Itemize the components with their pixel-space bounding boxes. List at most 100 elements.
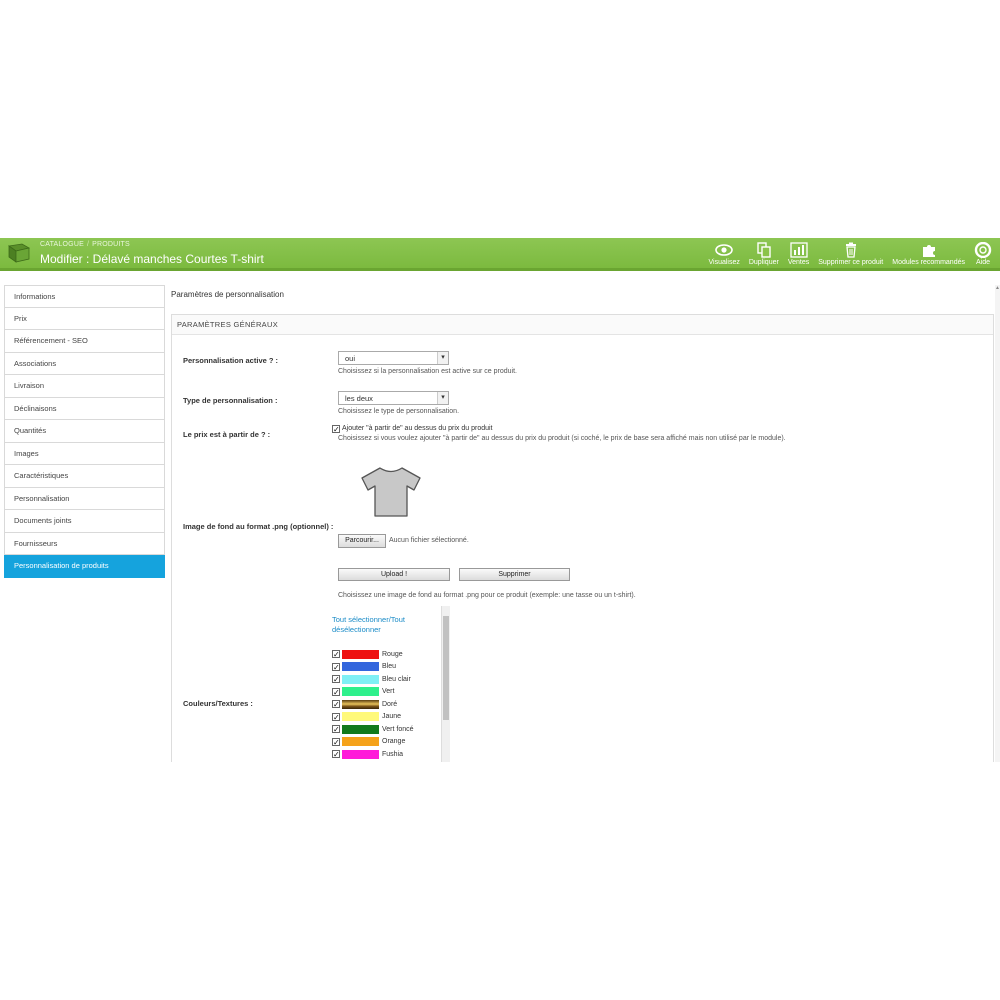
price-from-label: Le prix est à partir de ? : (183, 430, 271, 439)
color-name: Rouge (382, 650, 403, 658)
section-title: Paramètres de personnalisation (171, 290, 284, 299)
color-checkbox[interactable]: ✓ (332, 737, 340, 746)
duplicate-button[interactable]: Dupliquer (749, 238, 779, 266)
copy-icon (757, 242, 771, 258)
color-name: Doré (382, 700, 398, 708)
tshirt-icon (361, 467, 421, 517)
sidebar-item-associations[interactable]: Associations (4, 352, 165, 375)
breadcrumb-catalogue[interactable]: CATALOGUE (40, 241, 84, 248)
color-swatch (342, 737, 379, 747)
browse-button[interactable]: Parcourir... (338, 534, 386, 548)
color-name: Vert (382, 688, 395, 696)
sidebar-item-fournisseurs[interactable]: Fournisseurs (4, 532, 165, 555)
color-name: Orange (382, 738, 406, 746)
background-image-hint: Choisissez une image de fond au format .… (338, 592, 636, 599)
colors-list-scroll-thumb[interactable] (443, 616, 449, 720)
sidebar-item-informations[interactable]: Informations (4, 285, 165, 308)
sidebar-item-caracteristiques[interactable]: Caractéristiques (4, 465, 165, 488)
sidebar-item-livraison[interactable]: Livraison (4, 375, 165, 398)
color-swatch (342, 712, 379, 722)
color-checkbox[interactable]: ✓ (332, 700, 340, 709)
sales-label: Ventes (787, 259, 810, 266)
color-checkbox[interactable]: ✓ (332, 687, 340, 696)
general-settings-panel: PARAMÈTRES GÉNÉRAUX (171, 314, 994, 762)
perso-active-value: oui (345, 354, 356, 363)
perso-active-label: Personnalisation active ? : (183, 356, 279, 365)
sales-button[interactable]: Ventes (788, 238, 809, 266)
chevron-down-icon: ▾ (437, 392, 448, 404)
sidebar-item-prix[interactable]: Prix (4, 307, 165, 330)
color-swatch texture-gold (342, 699, 379, 709)
colors-label: Couleurs/Textures : (183, 699, 253, 708)
sidebar-item-images[interactable]: Images (4, 442, 165, 465)
chevron-down-icon: ▾ (437, 352, 448, 364)
puzzle-icon (922, 245, 935, 257)
price-from-checkbox-label: Ajouter "à partir de" au dessus du prix … (342, 425, 493, 432)
perso-type-label: Type de personnalisation : (183, 396, 278, 405)
visualize-button[interactable]: Visualisez (708, 238, 740, 266)
color-item-rouge: ✓ Rouge (332, 648, 403, 661)
color-swatch (342, 649, 379, 659)
color-swatch (342, 687, 379, 697)
breadcrumb-separator: / (86, 241, 90, 248)
color-item-fushia: ✓ Fushia (332, 748, 403, 761)
page-title: Modifier : Délavé manches Courtes T-shir… (40, 252, 264, 266)
color-item-vert-fonce: ✓ Vert foncé (332, 723, 414, 736)
recommended-modules-button[interactable]: Modules recommandés (892, 238, 965, 266)
colors-list-scrollbar[interactable] (441, 606, 450, 762)
toolbar: Visualisez Dupliquer Ventes Supprimer ce… (708, 238, 992, 268)
tshirt-preview-image (360, 466, 422, 518)
breadcrumb: CATALOGUE / PRODUITS (40, 241, 130, 248)
page-scrollbar[interactable]: ▲ (995, 285, 1000, 762)
delete-product-label: Supprimer ce produit (818, 259, 884, 266)
perso-type-value: les deux (345, 394, 373, 403)
color-name: Vert foncé (382, 725, 414, 733)
color-name: Fushia (382, 750, 404, 758)
color-swatch (342, 674, 379, 684)
color-checkbox[interactable]: ✓ (332, 725, 340, 734)
color-name: Bleu (382, 663, 397, 671)
sidebar-item-personnalisation-produits[interactable]: Personnalisation de produits (4, 555, 165, 578)
color-name: Jaune (382, 713, 402, 721)
sidebar-item-declinaisons[interactable]: Déclinaisons (4, 397, 165, 420)
sidebar-item-quantites[interactable]: Quantités (4, 420, 165, 443)
trash-icon (845, 242, 856, 258)
select-all-link[interactable]: Tout sélectionner/Tout désélectionner (332, 615, 427, 635)
color-checkbox[interactable]: ✓ (332, 712, 340, 721)
upload-button[interactable]: Upload ! (338, 568, 450, 581)
visualize-label: Visualisez (708, 259, 740, 266)
color-item-dore: ✓ Doré (332, 698, 397, 711)
color-swatch (342, 662, 379, 672)
color-swatch (342, 724, 379, 734)
lifebuoy-icon (974, 242, 992, 258)
color-checkbox[interactable]: ✓ (332, 750, 340, 759)
price-from-checkbox[interactable]: ✓ (332, 425, 340, 434)
color-swatch (342, 749, 379, 759)
eye-icon (715, 244, 733, 256)
screen: CATALOGUE / PRODUITS Modifier : Délavé man… (0, 238, 1000, 762)
color-item-jaune: ✓ Jaune (332, 711, 401, 724)
color-name: Bleu clair (382, 675, 411, 683)
background-image-label: Image de fond au format .png (optionnel)… (183, 522, 334, 531)
price-from-hint: Choisissez si vous voulez ajouter "à par… (338, 435, 786, 442)
perso-active-select[interactable]: oui ▾ (338, 351, 449, 365)
bar-chart-icon (789, 242, 808, 258)
perso-type-select[interactable]: les deux ▾ (338, 391, 449, 405)
product-tabs-sidebar: Informations Prix Référencement - SEO As… (4, 285, 165, 578)
sidebar-item-personnalisation[interactable]: Personnalisation (4, 487, 165, 510)
delete-image-button[interactable]: Supprimer (459, 568, 570, 581)
color-item-bleu: ✓ Bleu (332, 661, 396, 674)
color-checkbox[interactable]: ✓ (332, 662, 340, 671)
perso-type-hint: Choisissez le type de personnalisation. (338, 408, 460, 415)
delete-product-button[interactable]: Supprimer ce produit (818, 238, 883, 266)
color-checkbox[interactable]: ✓ (332, 675, 340, 684)
sidebar-item-seo[interactable]: Référencement - SEO (4, 330, 165, 353)
breadcrumb-produits[interactable]: PRODUITS (92, 241, 130, 248)
sidebar-item-documents-joints[interactable]: Documents joints (4, 510, 165, 533)
help-label: Aide (975, 259, 990, 266)
color-checkbox[interactable]: ✓ (332, 650, 340, 659)
color-item-bleu-clair: ✓ Bleu clair (332, 673, 411, 686)
help-button[interactable]: Aide (974, 238, 992, 266)
scroll-up-icon[interactable]: ▲ (995, 285, 1000, 291)
header-bar: CATALOGUE / PRODUITS Modifier : Délavé man… (0, 238, 1000, 271)
